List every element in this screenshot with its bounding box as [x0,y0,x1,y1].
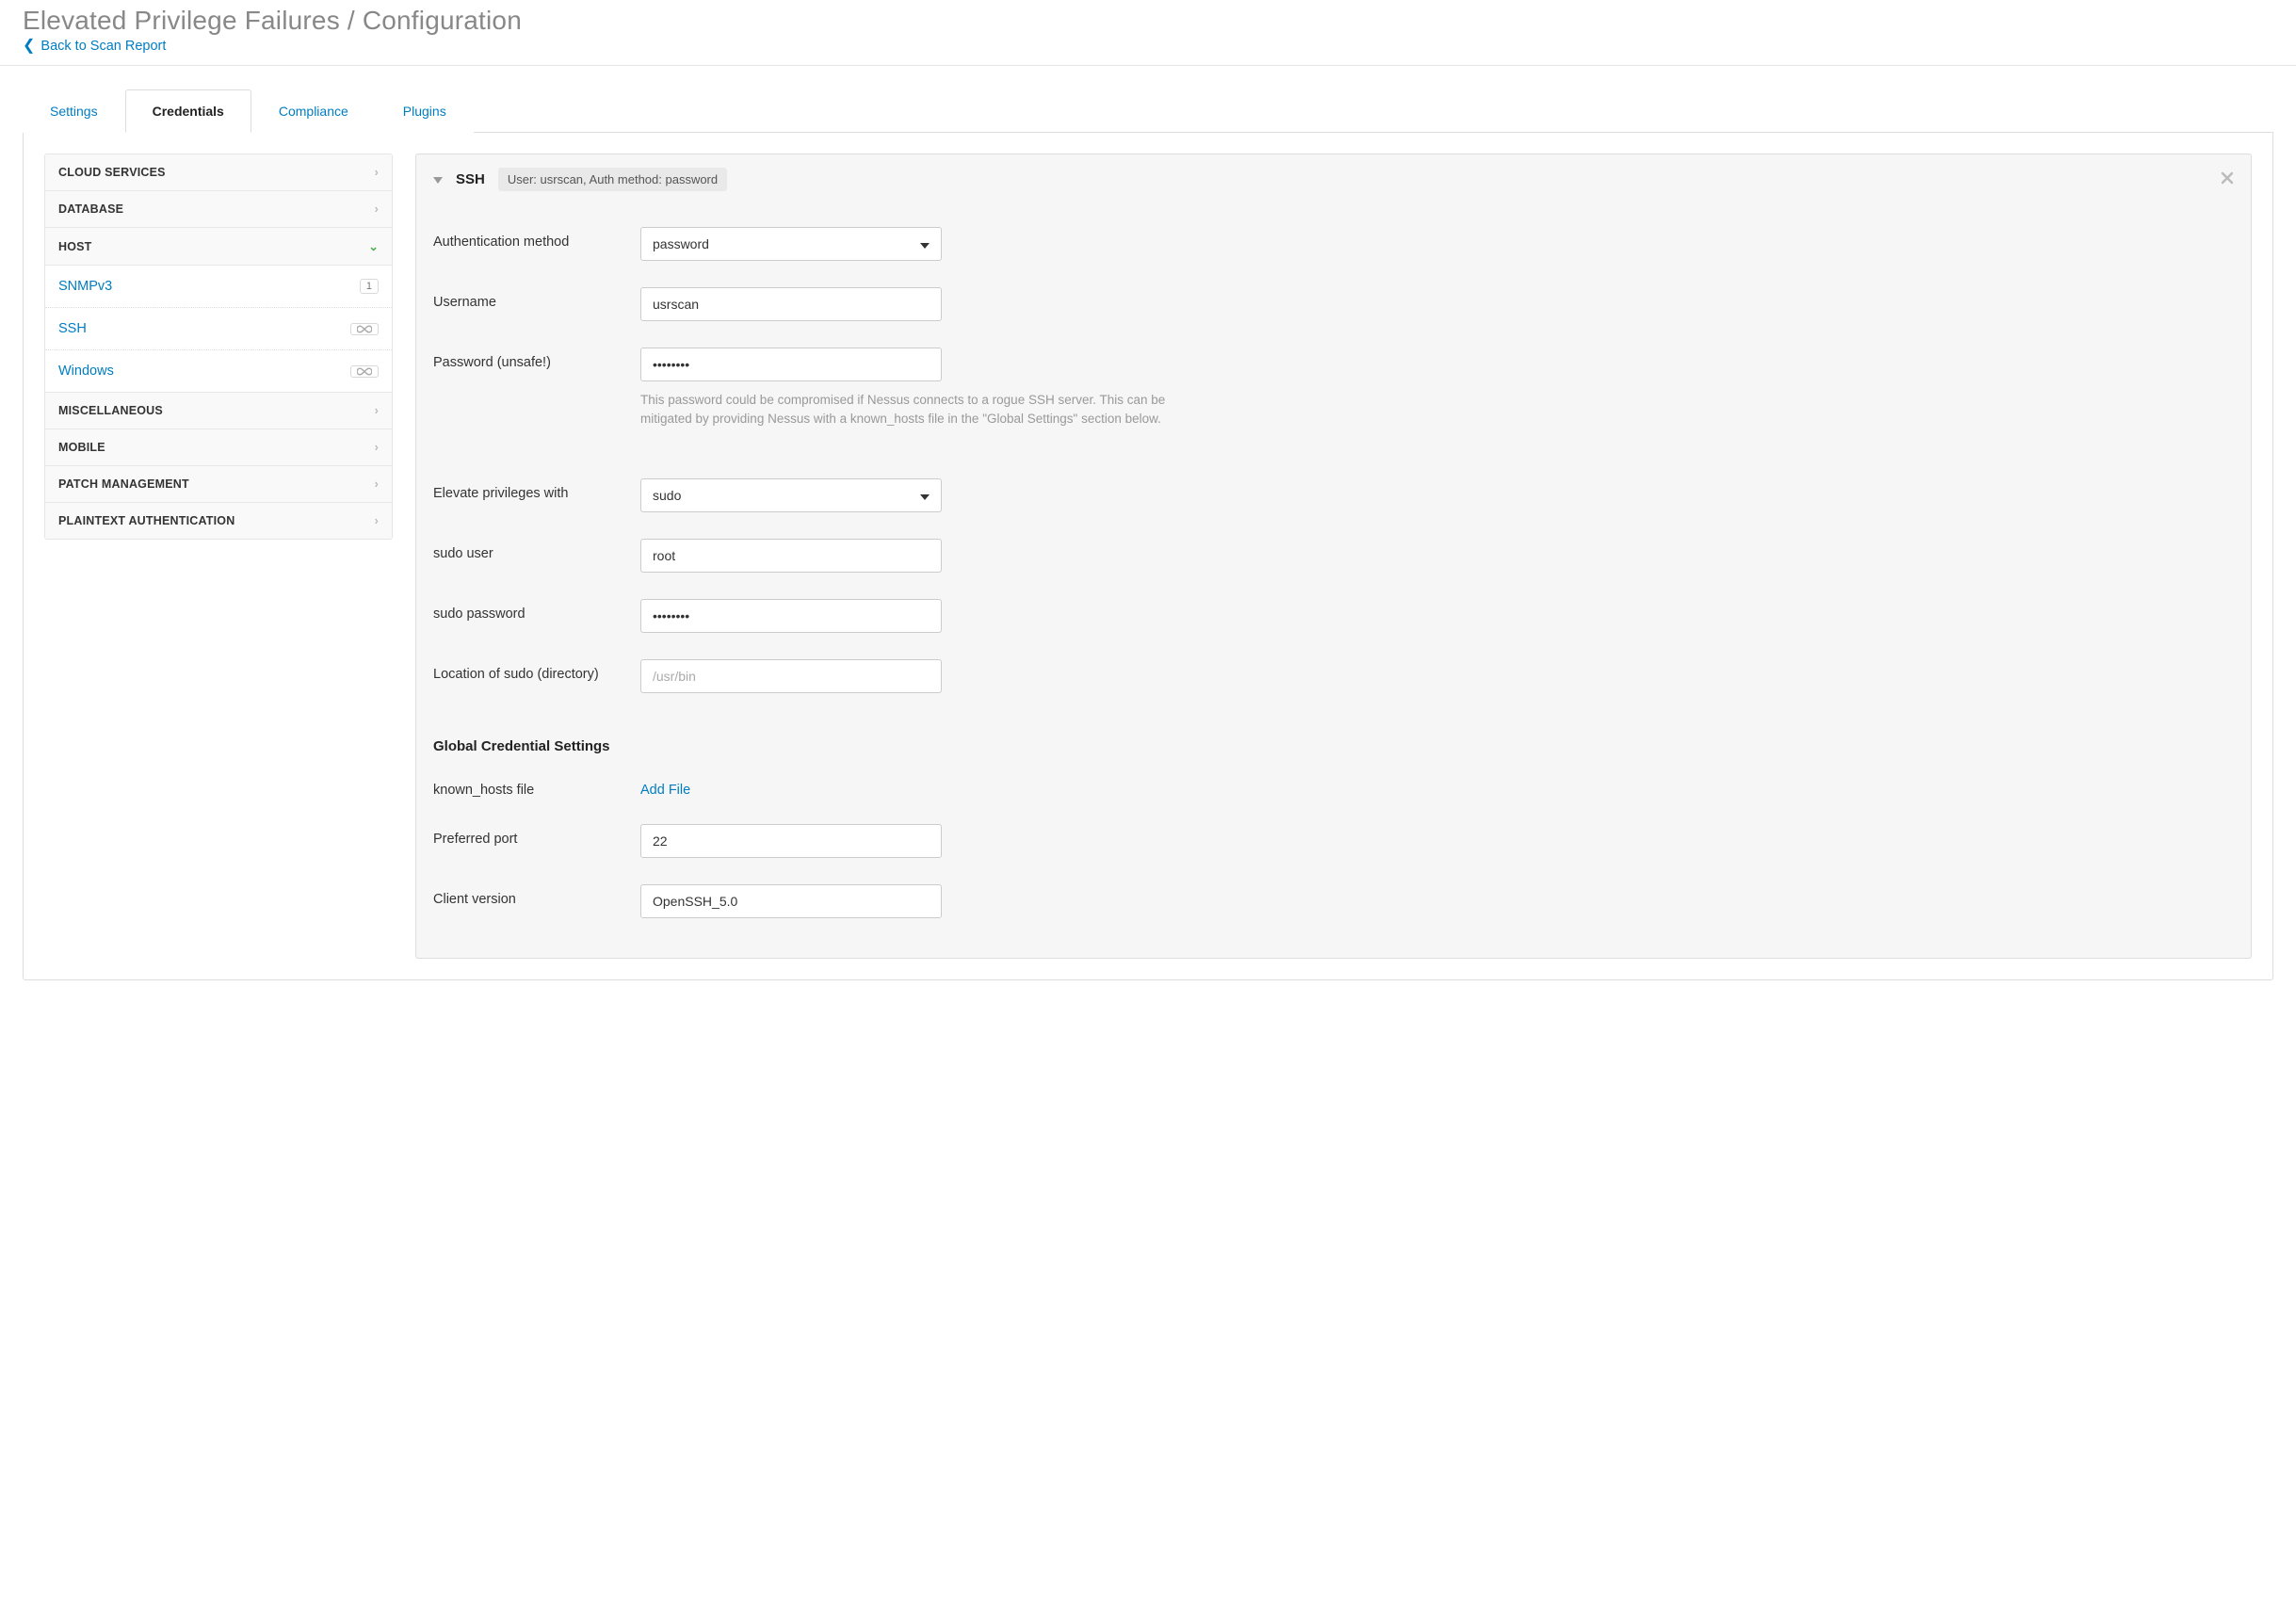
page-title: Elevated Privilege Failures / Configurat… [23,6,2273,36]
username-label: Username [433,287,640,310]
global-settings-title: Global Credential Settings [433,706,2234,762]
tab-compliance[interactable]: Compliance [251,89,376,133]
client-version-input[interactable] [640,884,942,918]
tab-settings[interactable]: Settings [23,89,125,133]
category-label: PATCH MANAGEMENT [58,477,189,491]
collapse-icon[interactable] [433,172,443,187]
tab-credentials[interactable]: Credentials [125,89,251,133]
client-version-label: Client version [433,884,640,907]
category-label: PLAINTEXT AUTHENTICATION [58,514,234,527]
close-icon[interactable] [2221,171,2234,187]
add-file-link[interactable]: Add File [640,775,690,798]
elevate-label: Elevate privileges with [433,478,640,501]
sidebar: CLOUD SERVICES › DATABASE › HOST ⌄ SNMPv… [44,154,393,959]
password-help-text: This password could be compromised if Ne… [640,391,1168,429]
category-list: CLOUD SERVICES › DATABASE › HOST ⌄ SNMPv… [44,154,393,540]
count-badge: 1 [360,279,379,294]
caret-down-icon [920,488,930,503]
credential-card: SSH User: usrscan, Auth method: password… [415,154,2252,959]
tab-plugins[interactable]: Plugins [376,89,474,133]
chevron-down-icon: ⌄ [368,239,379,253]
panel: CLOUD SERVICES › DATABASE › HOST ⌄ SNMPv… [23,133,2273,980]
auth-method-select[interactable]: password [640,227,942,261]
chevron-right-icon: › [375,202,379,216]
chevron-right-icon: › [375,514,379,527]
username-input[interactable] [640,287,942,321]
sidebar-item-ssh[interactable]: SSH [45,308,392,350]
infinity-badge [350,323,379,335]
header-divider [0,65,2296,66]
category-cloud-services[interactable]: CLOUD SERVICES › [45,154,392,191]
back-link[interactable]: ❮ Back to Scan Report [23,39,166,65]
sidebar-item-label: SSH [58,321,87,336]
sidebar-item-windows[interactable]: Windows [45,350,392,393]
password-input[interactable] [640,348,942,381]
elevate-select[interactable]: sudo [640,478,942,512]
tabs: Settings Credentials Compliance Plugins [23,89,2273,133]
sidebar-item-label: Windows [58,364,114,379]
category-label: CLOUD SERVICES [58,166,166,179]
sidebar-item-label: SNMPv3 [58,279,112,294]
content: SSH User: usrscan, Auth method: password… [415,154,2252,959]
caret-down-icon [920,236,930,251]
card-header: SSH User: usrscan, Auth method: password [416,154,2251,204]
elevate-value: sudo [653,488,681,503]
sudo-location-input[interactable] [640,659,942,693]
card-body: Authentication method password Username [416,204,2251,958]
category-plaintext-authentication[interactable]: PLAINTEXT AUTHENTICATION › [45,503,392,539]
category-mobile[interactable]: MOBILE › [45,429,392,466]
chevron-right-icon: › [375,477,379,491]
password-label: Password (unsafe!) [433,348,640,370]
chevron-right-icon: › [375,166,379,179]
sudo-user-input[interactable] [640,539,942,573]
sudo-password-label: sudo password [433,599,640,622]
preferred-port-label: Preferred port [433,824,640,847]
sudo-password-input[interactable] [640,599,942,633]
category-host[interactable]: HOST ⌄ [45,228,392,266]
category-label: HOST [58,240,92,253]
preferred-port-input[interactable] [640,824,942,858]
chevron-left-icon: ❮ [23,39,35,54]
back-link-label: Back to Scan Report [40,39,166,54]
auth-method-value: password [653,236,709,251]
auth-method-label: Authentication method [433,227,640,250]
category-label: DATABASE [58,202,123,216]
infinity-badge [350,365,379,378]
category-patch-management[interactable]: PATCH MANAGEMENT › [45,466,392,503]
category-database[interactable]: DATABASE › [45,191,392,228]
category-miscellaneous[interactable]: MISCELLANEOUS › [45,393,392,429]
sudo-location-label: Location of sudo (directory) [433,659,640,682]
sidebar-item-snmpv3[interactable]: SNMPv3 1 [45,266,392,308]
category-label: MOBILE [58,441,105,454]
card-title: SSH [456,171,485,187]
sudo-user-label: sudo user [433,539,640,561]
known-hosts-label: known_hosts file [433,775,640,798]
category-label: MISCELLANEOUS [58,404,163,417]
card-summary-pill: User: usrscan, Auth method: password [498,168,727,191]
chevron-right-icon: › [375,404,379,417]
chevron-right-icon: › [375,441,379,454]
